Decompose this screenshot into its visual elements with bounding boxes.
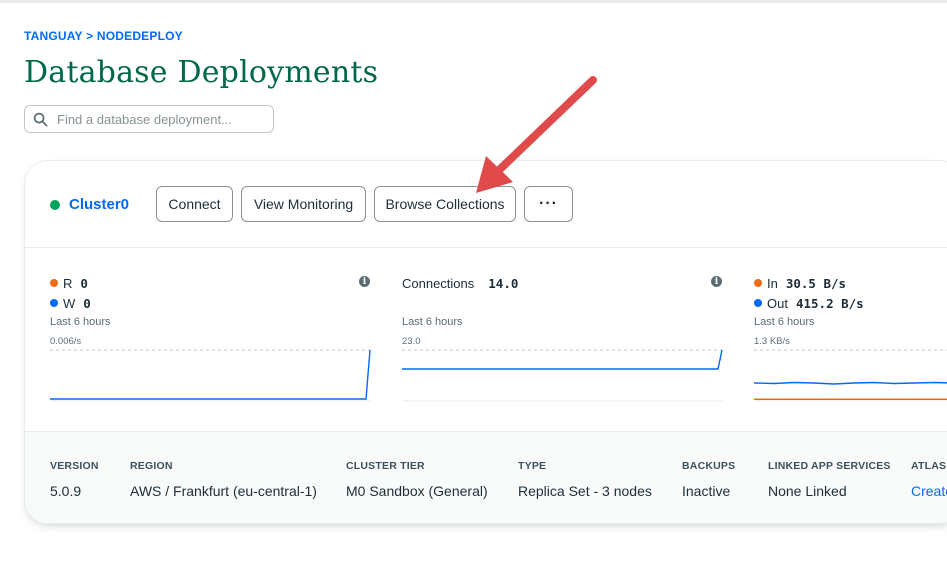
- connections-sparkline: [402, 349, 723, 402]
- cluster-header: Cluster0: [50, 196, 129, 213]
- cluster-name-link[interactable]: Cluster0: [69, 196, 129, 213]
- browse-collections-button[interactable]: Browse Collections: [374, 186, 516, 222]
- view-monitoring-button[interactable]: View Monitoring: [241, 186, 366, 222]
- info-icon[interactable]: i: [359, 276, 370, 287]
- detail-region: REGION AWS / Frankfurt (eu-central-1): [130, 460, 317, 499]
- info-icon[interactable]: i: [711, 276, 722, 287]
- in-label: In: [767, 275, 778, 291]
- region-label: REGION: [130, 460, 173, 472]
- out-value: 415.2 B/s: [795, 295, 864, 311]
- network-in-line: In 30.5 B/s: [754, 273, 947, 293]
- page-title: Database Deployments: [24, 55, 379, 90]
- breadcrumb: TANGUAY > NODEDEPLOY: [24, 29, 183, 43]
- network-out-line: Out 415.2 B/s: [754, 293, 947, 313]
- top-border: [0, 0, 947, 3]
- atlas-label: ATLAS S: [911, 460, 947, 472]
- out-dot-icon: [754, 299, 762, 307]
- status-dot: [50, 199, 60, 210]
- in-value: 30.5 B/s: [785, 275, 847, 291]
- network-max: 1.3 KB/s: [754, 336, 790, 347]
- metric-connections[interactable]: Connections 14.0 Last 6 hours 23.0 i: [402, 273, 723, 403]
- r-value: 0: [80, 275, 88, 291]
- version-label: VERSION: [50, 460, 99, 472]
- ops-max: 0.006/s: [50, 336, 82, 347]
- breadcrumb-project[interactable]: NODEDEPLOY: [97, 29, 183, 43]
- metric-operations[interactable]: R 0 W 0 Last 6 hours 0.006/s i: [50, 273, 371, 403]
- search-box[interactable]: [24, 105, 274, 133]
- w-value: 0: [83, 295, 91, 311]
- backups-value: Inactive: [682, 483, 731, 499]
- network-period: Last 6 hours: [754, 316, 815, 328]
- network-sparkline: [754, 349, 947, 402]
- linked-value: None Linked: [768, 483, 847, 499]
- in-dot-icon: [754, 279, 762, 287]
- detail-type: TYPE Replica Set - 3 nodes: [518, 460, 652, 499]
- backups-label: BACKUPS: [682, 460, 736, 472]
- breadcrumb-separator: >: [86, 29, 94, 43]
- tier-label: CLUSTER TIER: [346, 460, 425, 472]
- connections-label: Connections: [402, 275, 475, 291]
- metric-w-line: W 0: [50, 293, 370, 313]
- w-label: W: [63, 295, 76, 311]
- connections-max: 23.0: [402, 336, 421, 347]
- type-value: Replica Set - 3 nodes: [518, 483, 652, 499]
- linked-label: LINKED APP SERVICES: [768, 460, 891, 472]
- r-label: R: [63, 275, 73, 291]
- detail-linked-app-services: LINKED APP SERVICES None Linked: [768, 460, 891, 499]
- cluster-card: Cluster0 Connect View Monitoring Browse …: [24, 160, 947, 524]
- search-input[interactable]: [57, 111, 257, 127]
- region-value: AWS / Frankfurt (eu-central-1): [130, 483, 317, 499]
- connections-line: Connections 14.0: [402, 273, 722, 293]
- metric-r-line: R 0: [50, 273, 370, 293]
- connect-button[interactable]: Connect: [156, 186, 233, 222]
- detail-atlas-search: ATLAS S Create: [911, 460, 947, 499]
- ops-sparkline: [50, 349, 371, 402]
- atlas-create-link[interactable]: Create: [911, 483, 947, 499]
- version-value: 5.0.9: [50, 483, 82, 499]
- more-options-button[interactable]: ···: [524, 186, 573, 222]
- tier-value: M0 Sandbox (General): [346, 483, 488, 499]
- search-icon: [33, 112, 48, 126]
- connections-value: 14.0: [488, 275, 519, 291]
- header-divider: [25, 247, 947, 248]
- type-label: TYPE: [518, 460, 547, 472]
- detail-version: VERSION 5.0.9: [50, 460, 99, 499]
- metric-network[interactable]: In 30.5 B/s Out 415.2 B/s Last 6 hours 1…: [754, 273, 947, 403]
- detail-backups: BACKUPS Inactive: [682, 460, 735, 499]
- ops-period: Last 6 hours: [50, 316, 111, 328]
- breadcrumb-org[interactable]: TANGUAY: [24, 29, 83, 43]
- out-label: Out: [767, 295, 788, 311]
- r-dot-icon: [50, 279, 58, 287]
- detail-tier: CLUSTER TIER M0 Sandbox (General): [346, 460, 488, 499]
- connections-period: Last 6 hours: [402, 316, 463, 328]
- w-dot-icon: [50, 299, 58, 307]
- cluster-details-bar: VERSION 5.0.9 REGION AWS / Frankfurt (eu…: [25, 431, 947, 523]
